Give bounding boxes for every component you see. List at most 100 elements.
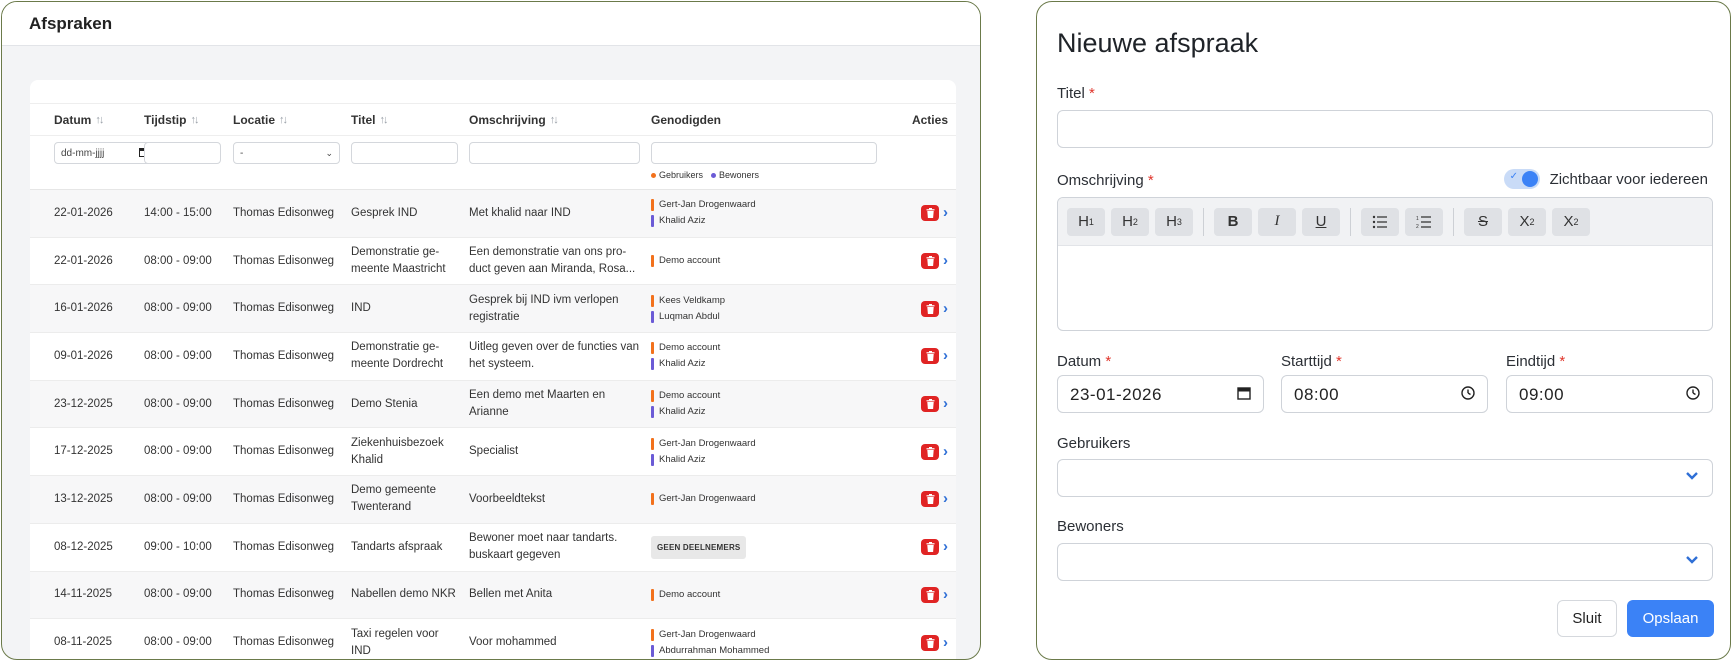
- gebruikers-select[interactable]: [1057, 459, 1713, 497]
- delete-button[interactable]: [921, 205, 939, 222]
- clock-icon[interactable]: [1686, 386, 1700, 404]
- chevron-right-icon[interactable]: ›: [943, 587, 948, 602]
- cell-acties: ›: [887, 634, 956, 651]
- cell-omschrijving: Een demo met Maarten en Arianne: [469, 389, 606, 419]
- gebruiker-marker-icon: [651, 390, 654, 403]
- numbered-list-button[interactable]: 12: [1405, 207, 1443, 236]
- locatie-filter-select[interactable]: - ⌄: [233, 142, 340, 164]
- sort-icon[interactable]: ↑↓: [550, 114, 559, 126]
- delete-button[interactable]: [921, 300, 939, 317]
- zichtbaar-toggle-group: ✓ Zichtbaar voor iedereen: [1503, 169, 1708, 189]
- starttijd-input[interactable]: 08:00: [1281, 375, 1488, 413]
- delete-button[interactable]: [921, 443, 939, 460]
- header-titel[interactable]: Titel ↑↓: [351, 113, 469, 127]
- table-row[interactable]: 17-12-2025 08:00 - 09:00 Thomas Edisonweg Z…: [30, 428, 956, 477]
- superscript-button[interactable]: X2: [1552, 207, 1590, 236]
- table-row[interactable]: 16-01-2026 08:00 - 09:00 Thomas Edisonweg I…: [30, 285, 956, 334]
- underline-button[interactable]: U: [1302, 207, 1340, 236]
- cell-datum: 17-12-2025: [54, 445, 113, 458]
- omschrijving-filter-input[interactable]: [469, 142, 640, 164]
- titel-filter-input[interactable]: [351, 142, 458, 164]
- delete-button[interactable]: [921, 253, 939, 270]
- delete-button[interactable]: [921, 586, 939, 603]
- subscript-button[interactable]: X2: [1508, 207, 1546, 236]
- heading3-button[interactable]: H3: [1155, 207, 1193, 236]
- table-row[interactable]: 08-11-2025 08:00 - 09:00 Thomas Edisonweg T…: [30, 619, 956, 659]
- bewoner-marker-icon: [651, 310, 654, 323]
- delete-button[interactable]: [921, 634, 939, 651]
- bewoners-select[interactable]: [1057, 543, 1713, 581]
- calendar-icon[interactable]: [1237, 386, 1251, 404]
- sluit-button[interactable]: Sluit: [1557, 600, 1617, 637]
- heading1-button[interactable]: H1: [1067, 207, 1105, 236]
- clock-icon[interactable]: [1461, 386, 1475, 404]
- cell-omschrijving: Met khalid naar IND: [469, 206, 571, 219]
- date-filter-input[interactable]: dd-mm-jjjj: [54, 142, 156, 164]
- cell-tijdstip: 09:00 - 10:00: [144, 540, 212, 553]
- invitee-item: Demo account: [651, 340, 887, 356]
- chevron-right-icon[interactable]: ›: [943, 348, 948, 363]
- chevron-right-icon[interactable]: ›: [943, 253, 948, 268]
- chevron-right-icon[interactable]: ›: [943, 444, 948, 459]
- italic-button[interactable]: I: [1258, 207, 1296, 236]
- heading2-button[interactable]: H2: [1111, 207, 1149, 236]
- header-omschrijving[interactable]: Omschrijving ↑↓: [469, 113, 651, 127]
- cell-datum: 23-12-2025: [54, 397, 113, 410]
- tijdstip-filter-input[interactable]: [144, 142, 221, 164]
- table-row[interactable]: 23-12-2025 08:00 - 09:00 Thomas Edisonweg D…: [30, 380, 956, 429]
- opslaan-button[interactable]: Opslaan: [1627, 600, 1714, 637]
- zichtbaar-toggle[interactable]: ✓: [1503, 169, 1540, 189]
- table-row[interactable]: 08-12-2025 09:00 - 10:00 Thomas Edisonweg T…: [30, 524, 956, 572]
- delete-button[interactable]: [921, 491, 939, 508]
- table-row[interactable]: 22-01-2026 14:00 - 15:00 Thomas Edisonweg G…: [30, 190, 956, 238]
- sort-icon[interactable]: ↑↓: [379, 114, 388, 126]
- delete-button[interactable]: [921, 539, 939, 556]
- gebruiker-marker-icon: [651, 342, 654, 355]
- cell-locatie: Thomas Edisonweg: [233, 636, 334, 649]
- trash-icon: [926, 351, 934, 362]
- header-tijdstip[interactable]: Tijdstip ↑↓: [144, 113, 233, 127]
- header-locatie[interactable]: Locatie ↑↓: [233, 113, 351, 127]
- table-row[interactable]: 22-01-2026 08:00 - 09:00 Thomas Edisonweg D…: [30, 238, 956, 286]
- cell-titel: IND: [351, 302, 371, 315]
- chevron-right-icon[interactable]: ›: [943, 635, 948, 650]
- cell-genodigden: Demo account Khalid Aziz: [651, 340, 887, 372]
- chevron-down-icon: ⌄: [325, 147, 333, 158]
- table-row[interactable]: 13-12-2025 08:00 - 09:00 Thomas Edisonweg D…: [30, 476, 956, 524]
- chevron-right-icon[interactable]: ›: [943, 539, 948, 554]
- bold-button[interactable]: B: [1214, 207, 1252, 236]
- sort-icon[interactable]: ↑↓: [95, 114, 104, 126]
- cell-omschrijving: Bewoner moet naar tandarts. buskaart geg…: [469, 532, 618, 562]
- eindtijd-input[interactable]: 09:00: [1506, 375, 1713, 413]
- delete-button[interactable]: [921, 396, 939, 413]
- table-row[interactable]: 14-11-2025 08:00 - 09:00 Thomas Edisonweg N…: [30, 571, 956, 620]
- invitee-item: Abdurrahman Mohammed: [651, 643, 887, 659]
- chevron-right-icon[interactable]: ›: [943, 396, 948, 411]
- sort-icon[interactable]: ↑↓: [279, 114, 288, 126]
- sort-icon[interactable]: ↑↓: [190, 114, 199, 126]
- invitee-name: Demo account: [659, 342, 721, 354]
- bewoners-dot-icon: [711, 173, 717, 179]
- editor-content[interactable]: [1058, 246, 1712, 330]
- cell-titel: Demonstratie ge-meente Dordrecht: [351, 341, 444, 371]
- genodigden-filter-input[interactable]: [651, 142, 877, 164]
- table-row[interactable]: 09-01-2026 08:00 - 09:00 Thomas Edisonweg D…: [30, 333, 956, 381]
- invitee-name: Gert-Jan Drogenwaard: [659, 437, 756, 449]
- chevron-right-icon[interactable]: ›: [943, 491, 948, 506]
- bullet-list-button[interactable]: [1361, 207, 1399, 236]
- cell-tijdstip: 08:00 - 09:00: [144, 588, 212, 601]
- datum-input[interactable]: 23-01-2026: [1057, 375, 1264, 413]
- chevron-right-icon[interactable]: ›: [943, 301, 948, 316]
- delete-button[interactable]: [921, 348, 939, 365]
- cell-datum: 08-12-2025: [54, 540, 113, 553]
- cell-locatie: Thomas Edisonweg: [233, 302, 334, 315]
- strikethrough-button[interactable]: S: [1464, 207, 1502, 236]
- cell-tijdstip: 14:00 - 15:00: [144, 206, 212, 219]
- cell-genodigden: Demo account Khalid Aziz: [651, 388, 887, 420]
- chevron-right-icon[interactable]: ›: [943, 205, 948, 220]
- filter-row: dd-mm-jjjj - ⌄ Gebruikers Bewoners: [30, 136, 956, 190]
- header-datum[interactable]: Datum ↑↓: [30, 113, 144, 127]
- titel-input[interactable]: [1057, 110, 1713, 148]
- dialog-title: Nieuwe afspraak: [1057, 28, 1259, 58]
- cell-locatie: Thomas Edisonweg: [233, 588, 334, 601]
